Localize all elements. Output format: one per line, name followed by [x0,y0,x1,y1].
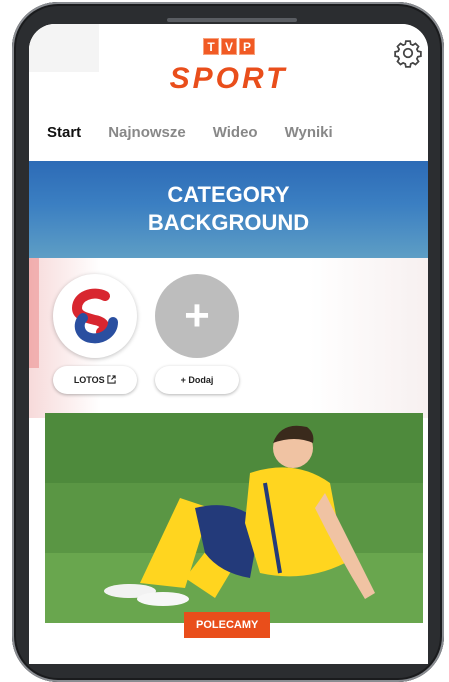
category-banner: CATEGORY BACKGROUND [29,161,428,258]
banner-line-2: BACKGROUND [147,210,310,235]
lotos-logo-icon [71,288,118,344]
lotos-label: LOTOS [73,375,105,385]
bottom-area [29,639,428,664]
tvp-letter: V [221,38,237,55]
favorite-clubs: + LOTOS + Dodaj [29,258,428,418]
tab-start[interactable]: Start [47,124,81,141]
red-edge-decoration [29,258,39,368]
tab-bar: Start Najnowsze Wideo Wyniki [47,124,360,141]
recommended-badge: POLECAMY [184,612,271,638]
lotos-pill[interactable]: LOTOS [53,366,137,394]
brand-title: SPORT [169,62,288,95]
gear-icon[interactable] [393,38,423,68]
app-header: T V P SPORT Start Najnowsze Wideo Wyniki [29,24,428,141]
tvp-logo: T V P [203,38,255,55]
football-player-photo [45,413,423,623]
add-club-button[interactable]: + [155,274,239,358]
external-link-icon [107,375,116,384]
featured-article-image[interactable] [45,413,423,623]
phone-speaker [167,18,297,22]
tab-wideo[interactable]: Wideo [213,124,258,141]
tvp-letter: T [203,38,219,55]
plus-icon: + [184,291,210,340]
banner-line-1: CATEGORY [167,182,290,207]
tab-najnowsze[interactable]: Najnowsze [108,124,186,141]
club-logo-lotos[interactable] [53,274,137,358]
tab-wyniki[interactable]: Wyniki [285,124,333,141]
tvp-letter: P [239,38,255,55]
add-club-pill[interactable]: + Dodaj [155,366,239,394]
app-screen: T V P SPORT Start Najnowsze Wideo Wyniki… [29,24,428,664]
